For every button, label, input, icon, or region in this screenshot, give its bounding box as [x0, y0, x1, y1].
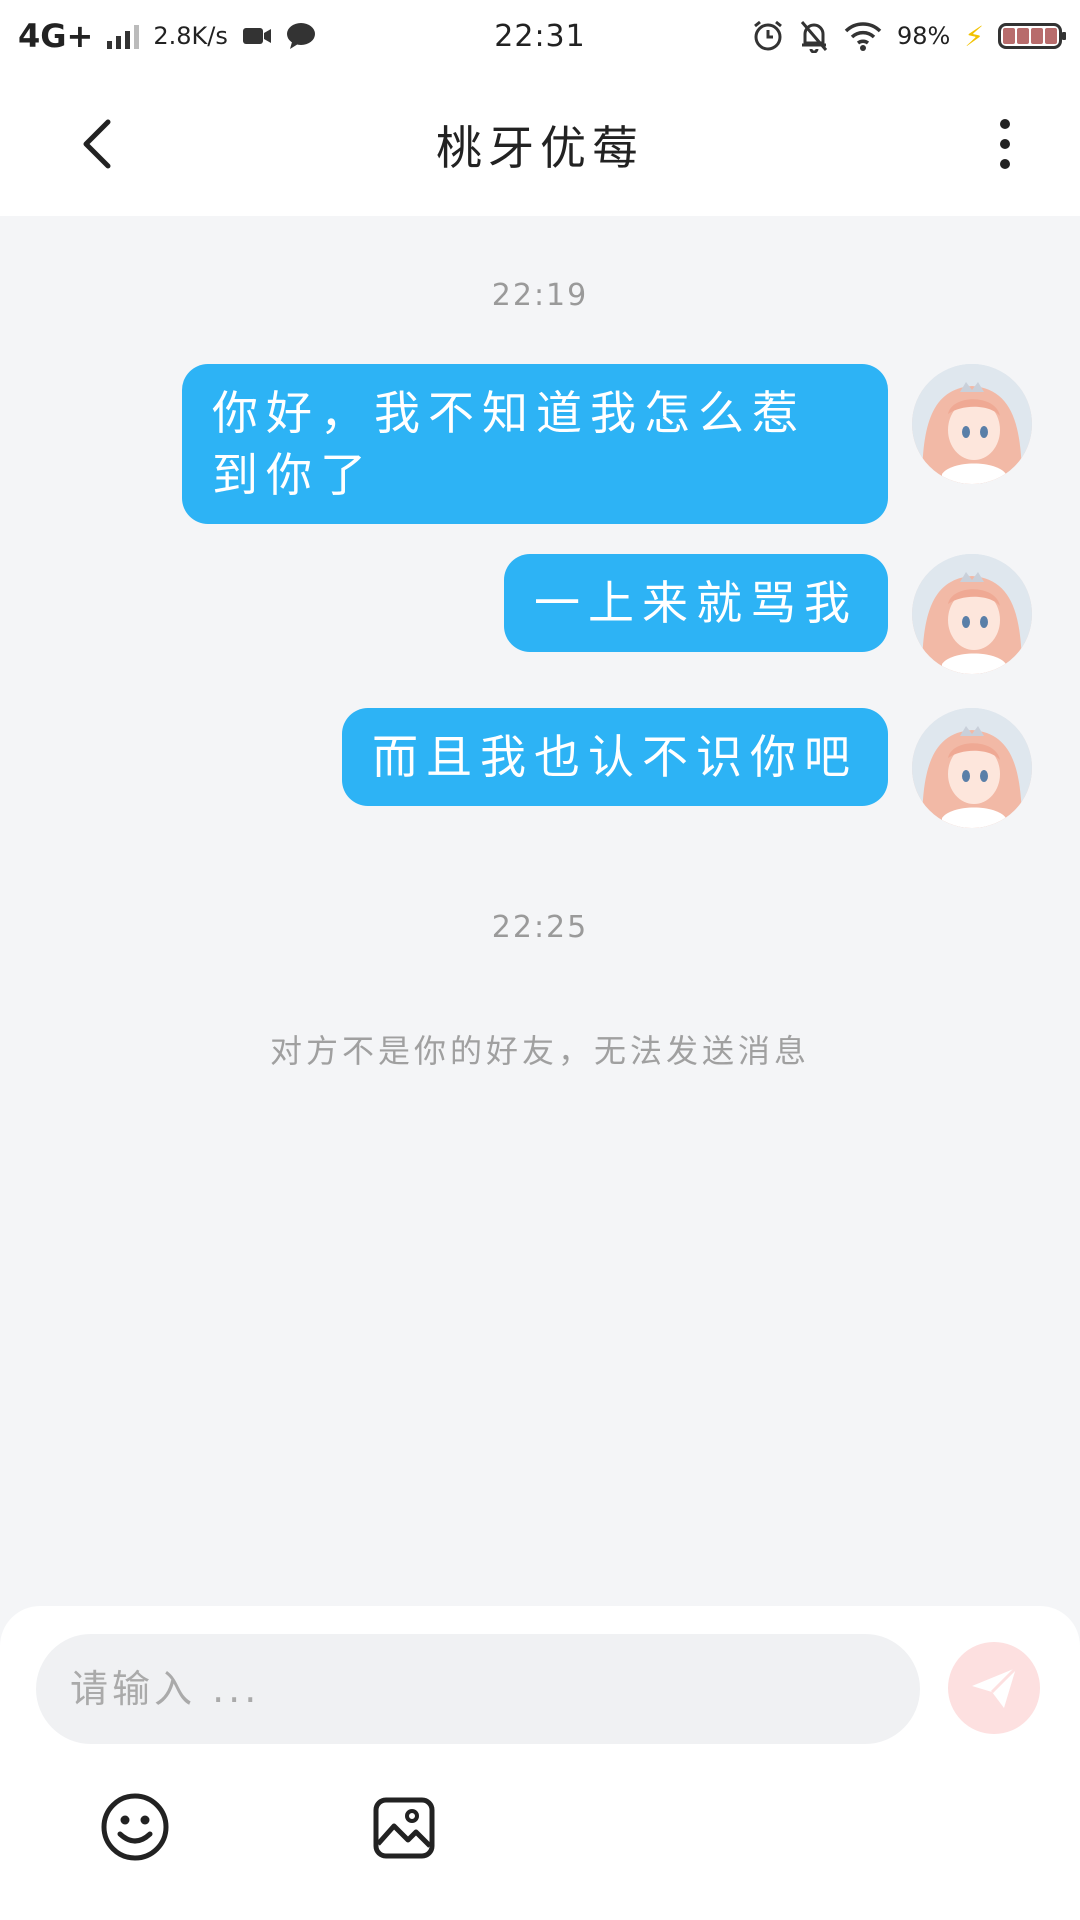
status-bar: 4G+ 2.8K/s 22:31 98% ⚡ — [0, 0, 1080, 72]
avatar-image — [912, 708, 1032, 828]
message-bubble[interactable]: 而且我也认不识你吧 — [342, 708, 888, 806]
avatar[interactable] — [912, 364, 1032, 484]
input-panel — [0, 1606, 1080, 1920]
status-time: 22:31 — [494, 18, 586, 54]
avatar[interactable] — [912, 554, 1032, 674]
message-timestamp: 22:19 — [491, 278, 589, 313]
system-notice: 对方不是你的好友，无法发送消息 — [269, 1032, 810, 1070]
battery-percent: 98% — [896, 22, 951, 50]
message-row: 而且我也认不识你吧 — [342, 708, 1032, 828]
status-bar-left: 4G+ 2.8K/s — [18, 17, 316, 55]
battery-icon — [998, 23, 1066, 49]
message-input[interactable] — [36, 1634, 920, 1744]
signal-icon — [107, 23, 140, 49]
chat-bubble-icon — [286, 23, 315, 49]
network-type: 4G+ — [18, 17, 94, 55]
message-row: 你好，我不知道我怎么惹到你了 — [182, 364, 1032, 524]
mute-bell-icon — [800, 21, 828, 53]
alarm-icon — [754, 20, 782, 51]
smiley-icon[interactable] — [100, 1792, 170, 1862]
paper-plane-icon — [972, 1666, 1018, 1708]
more-vertical-icon[interactable] — [990, 114, 1020, 174]
message-timestamp: 22:25 — [491, 910, 589, 945]
send-button[interactable] — [948, 1642, 1040, 1734]
avatar-image — [912, 554, 1032, 674]
avatar-image — [912, 364, 1032, 484]
status-bar-right: 98% ⚡ — [751, 19, 1066, 53]
chat-title: 桃牙优莓 — [436, 121, 644, 175]
image-icon[interactable] — [372, 1796, 436, 1860]
network-speed: 2.8K/s — [153, 22, 228, 50]
chat-area[interactable]: 22:19 你好，我不知道我怎么惹到你了 一上来就骂我 而且我也认不识你吧 22… — [0, 216, 1080, 1606]
message-bubble[interactable]: 你好，我不知道我怎么惹到你了 — [182, 364, 888, 524]
charging-bolt-icon: ⚡ — [964, 19, 984, 53]
wifi-icon — [844, 22, 882, 51]
message-bubble[interactable]: 一上来就骂我 — [504, 554, 888, 652]
message-row: 一上来就骂我 — [504, 554, 1032, 674]
video-icon — [242, 28, 271, 44]
chat-header: 桃牙优莓 — [0, 72, 1080, 216]
avatar[interactable] — [912, 708, 1032, 828]
